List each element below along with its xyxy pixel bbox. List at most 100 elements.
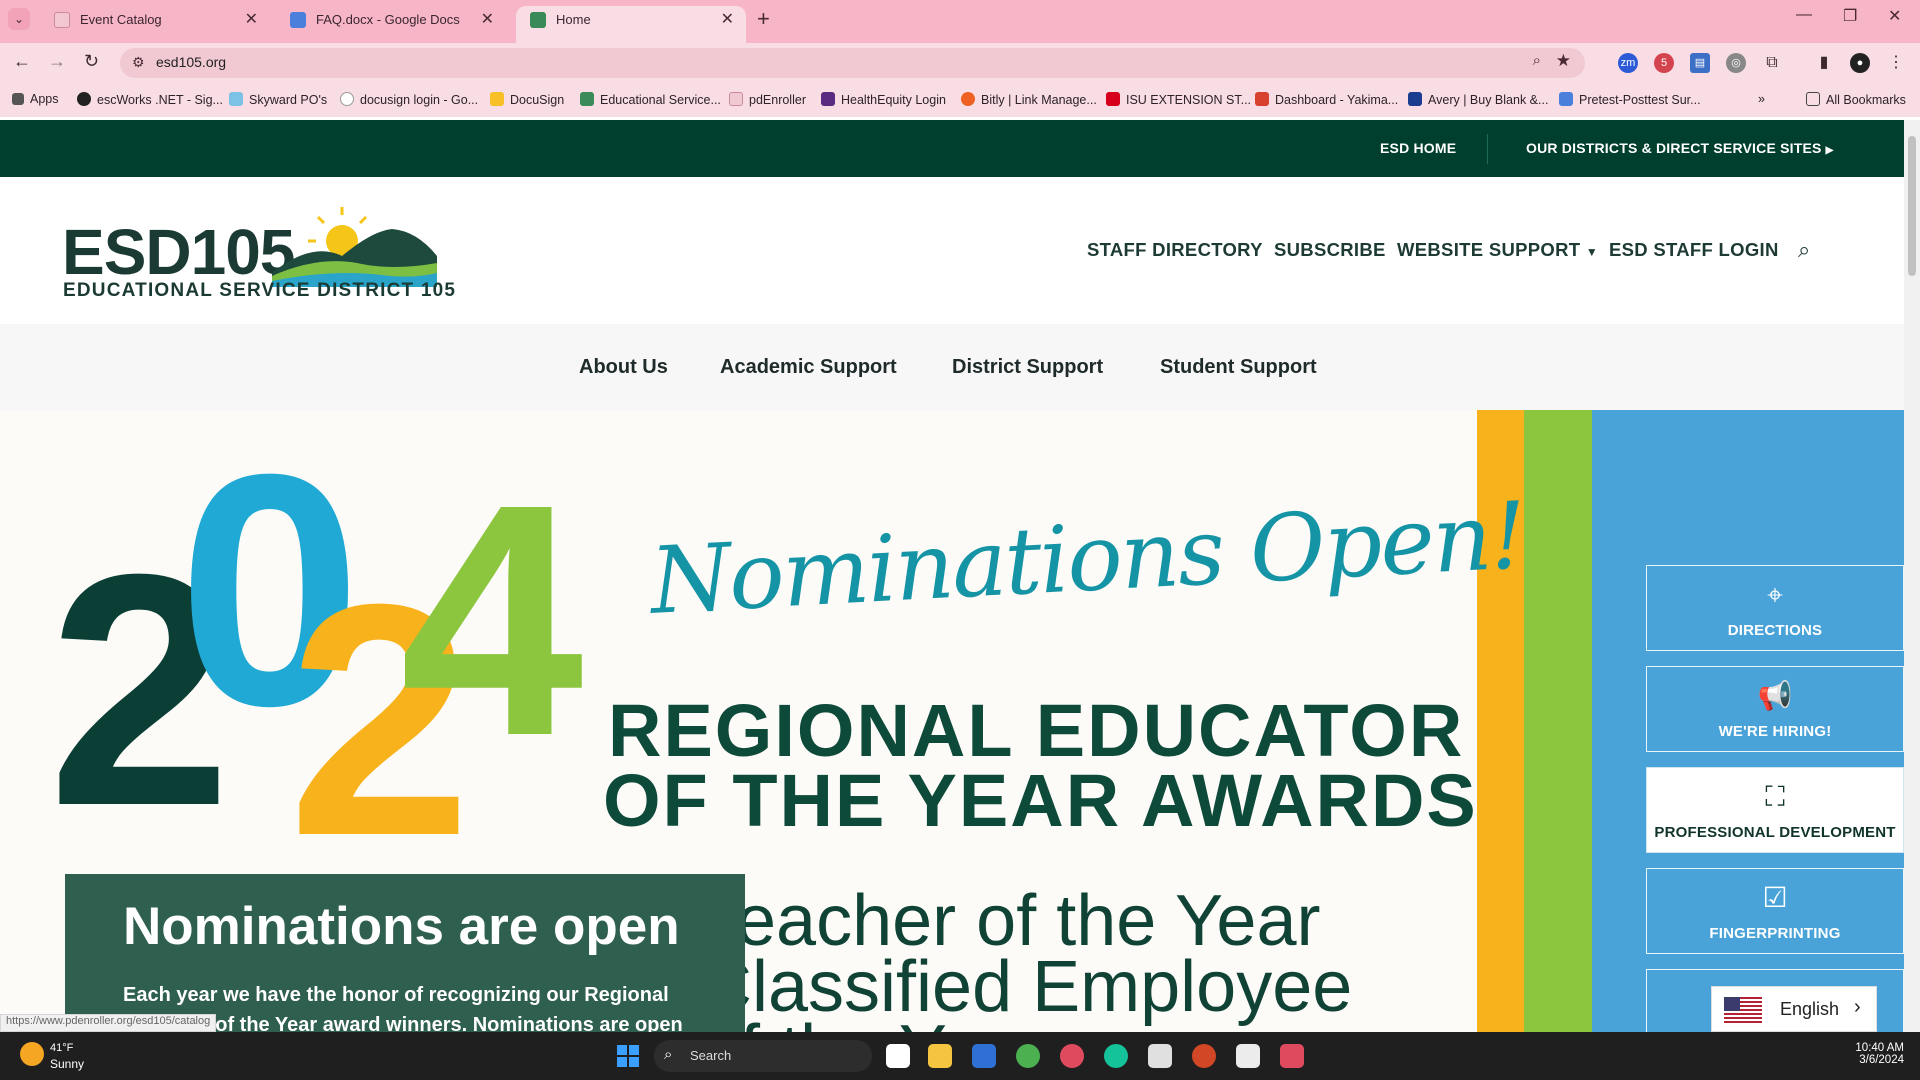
esd-staff-login-link[interactable]: ESD STAFF LOGIN <box>1609 239 1779 261</box>
page-scrollbar[interactable] <box>1904 120 1920 1032</box>
bookmark-label: Dashboard - Yakima... <box>1275 93 1399 107</box>
main-navigation: About Us Academic Support District Suppo… <box>0 324 1904 410</box>
website-support-menu[interactable]: WEBSITE SUPPORT ▼ <box>1397 239 1598 261</box>
quick-link-fingerprinting[interactable]: ☑ FINGERPRINTING <box>1646 868 1904 954</box>
extension-icon[interactable]: ◎ <box>1726 53 1746 73</box>
scrollbar-thumb[interactable] <box>1908 136 1916 276</box>
bookmark-skyward[interactable]: Skyward PO's <box>229 92 327 107</box>
docusign-icon <box>490 92 504 106</box>
globe-icon <box>729 92 743 106</box>
bookmark-dashboard-yakima[interactable]: Dashboard - Yakima... <box>1255 92 1398 107</box>
bookmark-pdenroller[interactable]: pdEnroller <box>729 92 806 107</box>
app-icon[interactable] <box>1280 1044 1304 1068</box>
store-icon[interactable] <box>1148 1044 1172 1068</box>
file-explorer-icon[interactable] <box>928 1044 952 1068</box>
bookmark-educational-service[interactable]: Educational Service... <box>580 92 721 107</box>
windows-start-icon[interactable] <box>617 1045 639 1067</box>
bookmark-apps[interactable]: Apps <box>12 92 59 106</box>
nav-about-us[interactable]: About Us <box>579 356 668 379</box>
all-bookmarks[interactable]: All Bookmarks <box>1806 92 1906 107</box>
app-icon[interactable] <box>1060 1044 1084 1068</box>
quick-link-directions[interactable]: ⌖ DIRECTIONS <box>1646 565 1904 651</box>
bitly-icon <box>961 92 975 106</box>
bookmark-bitly[interactable]: Bitly | Link Manage... <box>961 92 1097 107</box>
extension-icon[interactable]: ▤ <box>1690 53 1710 73</box>
checkbox-icon: ☑ <box>1762 882 1788 913</box>
new-tab-button[interactable]: + <box>757 6 770 32</box>
forward-icon[interactable]: → <box>48 51 66 72</box>
close-tab-icon[interactable]: ✕ <box>481 6 494 34</box>
url-text[interactable]: esd105.org <box>156 54 226 70</box>
bookmark-isu-extension[interactable]: ISU EXTENSION ST... <box>1106 92 1251 107</box>
nominations-open-script: Nominations Open! <box>647 482 1528 635</box>
nav-academic-support[interactable]: Academic Support <box>720 356 897 379</box>
apps-grid-icon <box>12 93 24 105</box>
close-window-button[interactable]: ✕ <box>1888 6 1901 26</box>
reload-icon[interactable]: ↻ <box>84 51 99 72</box>
calendar-app-icon[interactable] <box>972 1044 996 1068</box>
nav-student-support[interactable]: Student Support <box>1160 356 1317 379</box>
subscribe-link[interactable]: SUBSCRIBE <box>1274 239 1386 261</box>
nav-district-support[interactable]: District Support <box>952 356 1103 379</box>
clock-date: 3/6/2024 <box>1859 1054 1904 1066</box>
esd-home-link[interactable]: ESD HOME <box>1380 140 1456 156</box>
bookmark-pretest[interactable]: Pretest-Posttest Sur... <box>1559 92 1701 107</box>
zoom-extension-icon[interactable]: zm <box>1618 53 1638 73</box>
back-icon[interactable]: ← <box>13 51 31 72</box>
menu-kebab-icon[interactable]: ⋮ <box>1886 53 1906 73</box>
taskbar-search[interactable]: ⌕ Search <box>654 1040 872 1072</box>
system-clock[interactable]: 10:40 AM 3/6/2024 <box>1844 1042 1904 1066</box>
tab-event-catalog[interactable]: Event Catalog ✕ <box>40 6 270 43</box>
bookmark-escworks[interactable]: escWorks .NET - Sig... <box>77 92 223 107</box>
bookmark-label: All Bookmarks <box>1826 93 1906 107</box>
bookmark-docusign-login[interactable]: docusign login - Go... <box>340 92 478 107</box>
powerpoint-icon[interactable] <box>1192 1044 1216 1068</box>
bookmark-label: docusign login - Go... <box>360 93 479 107</box>
minimize-button[interactable]: — <box>1796 6 1812 24</box>
bookmark-label: Apps <box>30 92 59 106</box>
close-tab-icon[interactable]: ✕ <box>721 6 734 34</box>
hero-caption-title: Nominations are open <box>123 897 680 956</box>
esd-icon <box>580 92 594 106</box>
status-bar-url: https://www.pdenroller.org/esd105/catalo… <box>0 1014 217 1032</box>
tab-faq-docs[interactable]: FAQ.docx - Google Docs ✕ <box>276 6 506 43</box>
folder-icon <box>1806 92 1820 106</box>
bookmark-label: DocuSign <box>510 93 565 107</box>
staff-directory-link[interactable]: STAFF DIRECTORY <box>1087 239 1263 261</box>
tab-search-button[interactable]: ⌄ <box>8 8 30 30</box>
side-panel-icon[interactable]: ▮ <box>1814 53 1834 73</box>
bookmark-star-icon[interactable]: ★ <box>1556 51 1571 71</box>
weather-sun-icon[interactable] <box>20 1042 44 1066</box>
language-selector[interactable]: English › <box>1711 986 1877 1032</box>
quick-link-label: WE'RE HIRING! <box>1718 723 1832 740</box>
extensions-puzzle-icon[interactable]: ⧉ <box>1762 53 1782 73</box>
esd-favicon-icon <box>530 12 546 28</box>
browser-toolbar: ← → ↻ ⚙ esd105.org ⌕ ★ zm 5 ▤ ◎ ⧉ ▮ ● ⋮ <box>0 43 1920 83</box>
bookmark-label: Bitly | Link Manage... <box>981 93 1097 107</box>
site-info-icon[interactable]: ⚙ <box>132 54 145 71</box>
escworks-icon <box>77 92 91 106</box>
zoom-icon[interactable]: ⌕ <box>1533 52 1541 69</box>
restore-button[interactable]: ❐ <box>1843 6 1857 26</box>
bookmark-label: Educational Service... <box>600 93 721 107</box>
search-icon[interactable]: ⌕ <box>1798 237 1810 263</box>
address-bar[interactable]: ⚙ esd105.org ⌕ ★ <box>120 48 1585 78</box>
more-bookmarks-icon[interactable]: » <box>1758 92 1765 106</box>
profile-avatar[interactable]: ● <box>1850 53 1870 73</box>
avery-icon <box>1408 92 1422 106</box>
tab-home[interactable]: Home ✕ <box>516 6 746 43</box>
google-icon <box>340 92 354 106</box>
document-app-icon[interactable] <box>1236 1044 1260 1068</box>
gmail-icon[interactable] <box>886 1044 910 1068</box>
bookmark-avery[interactable]: Avery | Buy Blank &... <box>1408 92 1548 107</box>
extension-badge-icon[interactable]: 5 <box>1654 53 1674 73</box>
quick-link-hiring[interactable]: 📢 WE'RE HIRING! <box>1646 666 1904 752</box>
bookmark-docusign[interactable]: DocuSign <box>490 92 564 107</box>
bookmark-healthequity[interactable]: HealthEquity Login <box>821 92 946 107</box>
grammarly-icon[interactable] <box>1104 1044 1128 1068</box>
close-tab-icon[interactable]: ✕ <box>245 6 258 34</box>
hero-banner[interactable]: 2 0 2 4 Nominations Open! REGIONAL EDUCA… <box>0 410 1904 1032</box>
quick-link-professional-development[interactable]: ⛶ PROFESSIONAL DEVELOPMENT <box>1646 767 1904 853</box>
chrome-icon[interactable] <box>1016 1044 1040 1068</box>
districts-link[interactable]: OUR DISTRICTS & DIRECT SERVICE SITES ▶ <box>1526 140 1834 156</box>
